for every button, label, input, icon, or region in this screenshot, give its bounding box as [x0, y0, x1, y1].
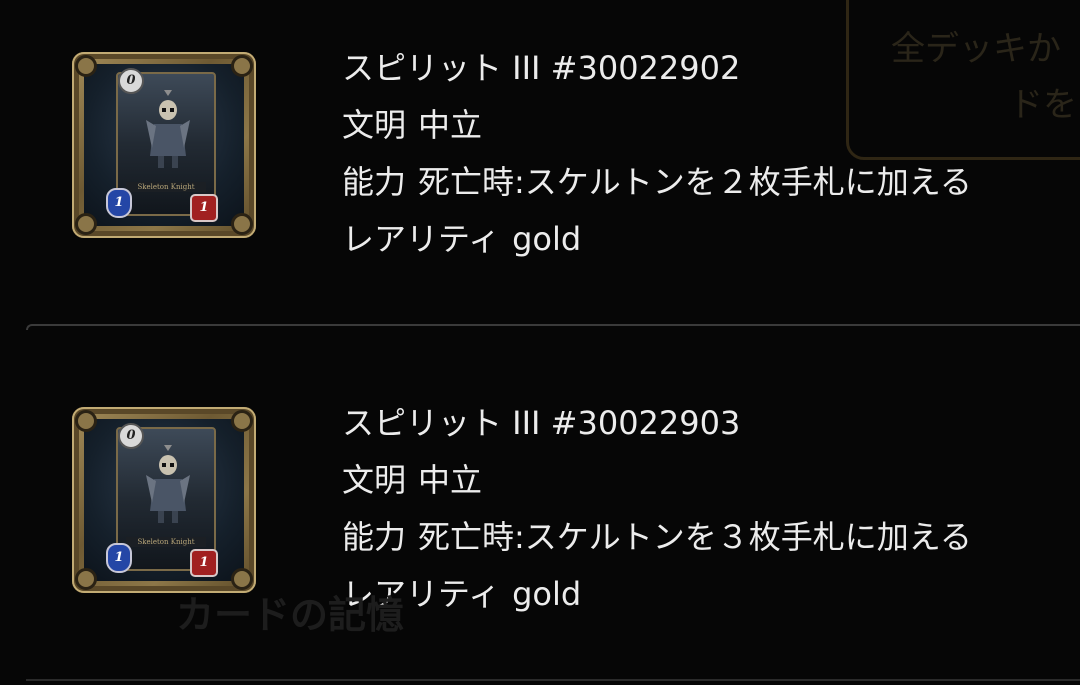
- card-title: スピリット III #30022903: [342, 404, 741, 442]
- frame-corner-ornament: [75, 213, 97, 235]
- ability-row: 能力 死亡時:スケルトンを２枚手札に加える: [342, 154, 972, 211]
- frame-corner-ornament: [231, 213, 253, 235]
- cost-gem: 0: [118, 423, 144, 449]
- civilization-value: 中立: [418, 461, 483, 499]
- ability-row: 能力 死亡時:スケルトンを３枚手札に加える: [342, 509, 972, 566]
- frame-corner-ornament: [75, 55, 97, 77]
- card-name-plate: Skeleton Knight: [126, 537, 206, 547]
- list-divider: [26, 324, 1080, 330]
- defense-badge-icon: 1: [190, 194, 218, 222]
- card-list-page: 全デッキか ドを Skeleton Knight 0 1 1 スピリット III…: [0, 0, 1080, 685]
- frame-corner-ornament: [231, 55, 253, 77]
- rarity-value: gold: [512, 575, 582, 613]
- card-title: スピリット III #30022902: [342, 49, 741, 87]
- frame-corner-ornament: [75, 568, 97, 590]
- attack-shield-icon: 1: [106, 188, 132, 218]
- card-list-item[interactable]: Skeleton Knight 0 1 1 スピリット III #3002290…: [0, 355, 1080, 675]
- attack-shield-icon: 1: [106, 543, 132, 573]
- rarity-value: gold: [512, 220, 582, 258]
- skeleton-knight-illustration: [146, 445, 190, 523]
- card-name-plate: Skeleton Knight: [126, 182, 206, 192]
- rarity-row: レアリティ gold: [342, 566, 972, 623]
- civilization-label: 文明: [342, 461, 407, 499]
- ability-label: 能力: [342, 163, 407, 201]
- civilization-value: 中立: [418, 106, 483, 144]
- card-details: スピリット III #30022902 文明 中立 能力 死亡時:スケルトンを２枚手…: [342, 40, 972, 268]
- frame-corner-ornament: [231, 410, 253, 432]
- ability-label: 能力: [342, 518, 407, 556]
- card-list-item[interactable]: Skeleton Knight 0 1 1 スピリット III #3002290…: [0, 0, 1080, 320]
- ability-value: 死亡時:スケルトンを３枚手札に加える: [418, 518, 972, 556]
- card-thumbnail[interactable]: Skeleton Knight 0 1 1: [72, 407, 256, 593]
- rarity-label: レアリティ: [342, 220, 501, 258]
- skeleton-knight-illustration: [146, 90, 190, 168]
- civilization-label: 文明: [342, 106, 407, 144]
- card-details: スピリット III #30022903 文明 中立 能力 死亡時:スケルトンを３枚手…: [342, 395, 972, 623]
- card-thumbnail[interactable]: Skeleton Knight 0 1 1: [72, 52, 256, 238]
- cost-gem: 0: [118, 68, 144, 94]
- list-divider: [26, 679, 1080, 685]
- frame-corner-ornament: [75, 410, 97, 432]
- rarity-row: レアリティ gold: [342, 211, 972, 268]
- civilization-row: 文明 中立: [342, 452, 972, 509]
- ability-value: 死亡時:スケルトンを２枚手札に加える: [418, 163, 972, 201]
- civilization-row: 文明 中立: [342, 97, 972, 154]
- faded-background-caption: カードの記憶: [176, 593, 405, 637]
- defense-badge-icon: 1: [190, 549, 218, 577]
